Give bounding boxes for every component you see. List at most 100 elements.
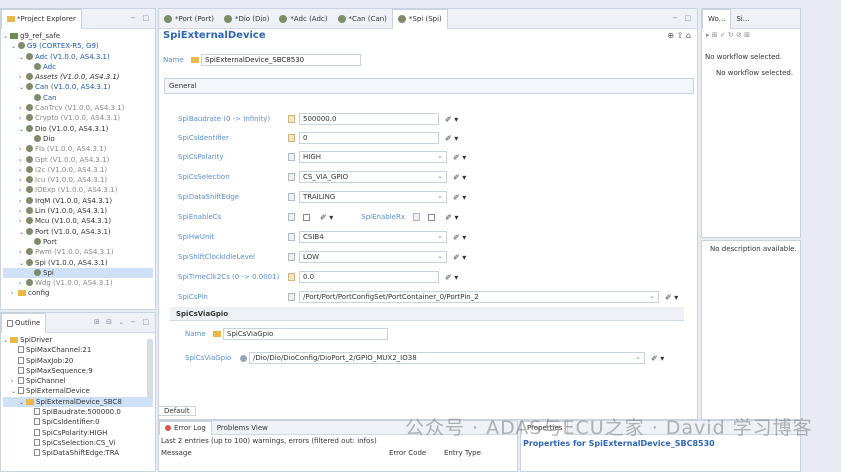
tree-node[interactable]: › Icu (V1.0.0, AS4.3.1) <box>3 175 153 185</box>
tree-node[interactable]: ⌄ g9_ref_safe <box>3 31 153 41</box>
param-action-icon[interactable]: ✐ ▾ <box>453 233 466 242</box>
tree-node[interactable]: ⌄ Can (V1.0.0, AS4.3.1) <box>3 82 153 92</box>
chevron-down-icon[interactable]: ⌄ <box>19 398 26 407</box>
tree-node[interactable]: SpiBaudrate:500000.0 <box>3 407 153 417</box>
chevron-down-icon[interactable]: ⌄ <box>19 259 26 268</box>
tree-node[interactable]: ⌄ Port (V1.0.0, AS4.3.1) <box>3 227 153 237</box>
chevron-right-icon[interactable]: › <box>19 197 26 206</box>
param-field[interactable]: CSIB4 <box>299 231 447 243</box>
enable-rx-checkbox[interactable] <box>428 213 436 221</box>
chevron-right-icon[interactable]: › <box>19 186 26 195</box>
tab-problems[interactable]: Problems View <box>212 421 273 435</box>
spicsviagpio-header[interactable]: SpiCsViaGpio <box>170 307 684 321</box>
tree-node[interactable]: SpiMaxJob:20 <box>3 356 153 366</box>
tree-node[interactable]: Can <box>3 93 153 103</box>
col-message[interactable]: Message <box>161 449 192 457</box>
param-action-icon[interactable]: ✐ ▾ <box>445 213 458 222</box>
sub-name-field[interactable]: SpiCsViaGpio <box>223 328 388 340</box>
chevron-down-icon[interactable]: ⌄ <box>19 125 26 134</box>
tab-default[interactable]: Default <box>158 406 196 416</box>
tree-node[interactable]: SpiMaxChannel:21 <box>3 345 153 355</box>
editor-minimize-icon[interactable]: − □ <box>672 14 693 22</box>
editor-tab[interactable]: *Adc (Adc) <box>274 9 332 29</box>
sub-gpio-field[interactable]: /Dio/Dio/DioConfig/DioPort_2/GPIO_MUX2_I… <box>249 352 645 364</box>
name-field[interactable]: SpiExternalDevice_SBC8530 <box>201 54 361 66</box>
tree-node[interactable]: › Assets (V1.0.0, AS4.3.1) <box>3 72 153 82</box>
tree-node[interactable]: › Pwm (V1.0.0, AS4.3.1) <box>3 247 153 257</box>
param-field[interactable]: CS_VIA_GPIO <box>299 171 447 183</box>
tab-si[interactable]: Si... <box>731 9 754 29</box>
chevron-right-icon[interactable]: › <box>19 279 26 288</box>
chevron-down-icon[interactable]: ⌄ <box>19 228 26 237</box>
editor-tab[interactable]: *Spi (Spi) <box>391 9 448 29</box>
tree-node[interactable]: › IrqM (V1.0.0, AS4.3.1) <box>3 196 153 206</box>
chevron-down-icon[interactable]: ⌄ <box>3 336 10 345</box>
param-action-icon[interactable]: ✐ ▾ <box>453 173 466 182</box>
chevron-down-icon[interactable]: ⌄ <box>11 387 18 396</box>
minimize-maximize-icon[interactable]: − □ <box>130 14 151 22</box>
tab-error-log[interactable]: Error Log <box>159 421 212 435</box>
chevron-right-icon[interactable]: › <box>19 73 26 82</box>
param-field[interactable]: 0 <box>299 132 439 144</box>
tab-outline[interactable]: Outline <box>1 313 47 333</box>
outline-scrollbar[interactable] <box>147 339 153 399</box>
tree-node[interactable]: SpiDataShiftEdge:TRA <box>3 448 153 458</box>
tree-node[interactable]: › Crypto (V1.0.0, AS4.3.1) <box>3 113 153 123</box>
param-field[interactable]: HIGH <box>299 151 447 163</box>
param-action-icon[interactable]: ✐ ▾ <box>453 253 466 262</box>
tab-workflow[interactable]: Wo... <box>702 9 732 29</box>
tree-node[interactable]: ⌄ Adc (V1.0.0, AS4.3.1) <box>3 52 153 62</box>
tree-node[interactable]: Dio <box>3 134 153 144</box>
tree-node[interactable]: › Fls (V1.0.0, AS4.3.1) <box>3 144 153 154</box>
param-action-icon[interactable]: ✐ ▾ <box>445 273 458 282</box>
tree-node[interactable]: › Wdg (V1.0.0, AS4.3.1) <box>3 278 153 288</box>
editor-header-icons[interactable]: ⊕ ⇧ ⌂ <box>667 31 691 40</box>
tree-node[interactable]: ⌄ G9 (CORTEX-R5, G9) <box>3 41 153 51</box>
param-action-icon[interactable]: ✐ ▾ <box>665 293 678 302</box>
chevron-right-icon[interactable]: › <box>19 248 26 257</box>
tree-node[interactable]: › Mcu (V1.0.0, AS4.3.1) <box>3 216 153 226</box>
chevron-right-icon[interactable]: › <box>11 289 18 298</box>
chevron-right-icon[interactable]: › <box>19 114 26 123</box>
tree-node[interactable]: › Lin (V1.0.0, AS4.3.1) <box>3 206 153 216</box>
chevron-down-icon[interactable]: ⌄ <box>3 32 10 41</box>
sub-gpio-action-icon[interactable]: ✐ ▾ <box>651 354 664 363</box>
tree-node[interactable]: SpiMaxSequence:9 <box>3 366 153 376</box>
tree-node[interactable]: Adc <box>3 62 153 72</box>
chevron-down-icon[interactable]: ⌄ <box>19 53 26 62</box>
tree-node[interactable]: › IOExp (V1.0.0, AS4.3.1) <box>3 185 153 195</box>
editor-tab[interactable]: *Can (Can) <box>333 9 392 29</box>
tree-node[interactable]: SpiCsSelection:CS_Vi <box>3 438 153 448</box>
tree-node[interactable]: Spi <box>3 267 153 279</box>
tree-node[interactable]: ⌄ SpiExternalDevice <box>3 386 153 396</box>
tree-node[interactable]: Port <box>3 237 153 247</box>
param-field[interactable]: /Port/Port/PortConfigSet/PortContainer_0… <box>299 291 659 303</box>
chevron-right-icon[interactable]: › <box>11 377 18 386</box>
workflow-toolbar-icons[interactable]: ▸ ⊞ ✓ ↻ ⊘ ⊞ <box>702 29 800 41</box>
tree-node[interactable]: ⌄ SpiDriver <box>3 335 153 345</box>
param-action-icon[interactable]: ✐ ▾ <box>320 213 333 222</box>
chevron-right-icon[interactable]: › <box>19 104 26 113</box>
tree-node[interactable]: › Gpt (V1.0.0, AS4.3.1) <box>3 155 153 165</box>
chevron-down-icon[interactable]: ⌄ <box>19 83 26 92</box>
chevron-down-icon[interactable]: ⌄ <box>11 42 18 51</box>
tree-node[interactable]: › config <box>3 288 153 298</box>
tree-node[interactable]: › SpiChannel <box>3 376 153 386</box>
chevron-right-icon[interactable]: › <box>19 207 26 216</box>
param-action-icon[interactable]: ✐ ▾ <box>445 115 458 124</box>
chevron-right-icon[interactable]: › <box>19 176 26 185</box>
enable-cs-checkbox[interactable] <box>303 213 310 221</box>
chevron-right-icon[interactable]: › <box>19 145 26 154</box>
col-error-code[interactable]: Error Code <box>389 449 426 457</box>
tree-node[interactable]: ⌄ Dio (V1.0.0, AS4.3.1) <box>3 124 153 134</box>
col-entry-type[interactable]: Entry Type <box>444 449 481 457</box>
param-action-icon[interactable]: ✐ ▾ <box>453 153 466 162</box>
param-field[interactable]: TRAILING <box>299 191 447 203</box>
chevron-right-icon[interactable]: › <box>19 166 26 175</box>
chevron-right-icon[interactable]: › <box>19 156 26 165</box>
editor-tab[interactable]: *Dio (Dio) <box>219 9 274 29</box>
param-action-icon[interactable]: ✐ ▾ <box>453 193 466 202</box>
tree-node[interactable]: ⌄ SpiExternalDevice_SBC8 <box>3 396 153 408</box>
param-action-icon[interactable]: ✐ ▾ <box>445 134 458 143</box>
tree-node[interactable]: SpiCsPolarity:HIGH <box>3 428 153 438</box>
